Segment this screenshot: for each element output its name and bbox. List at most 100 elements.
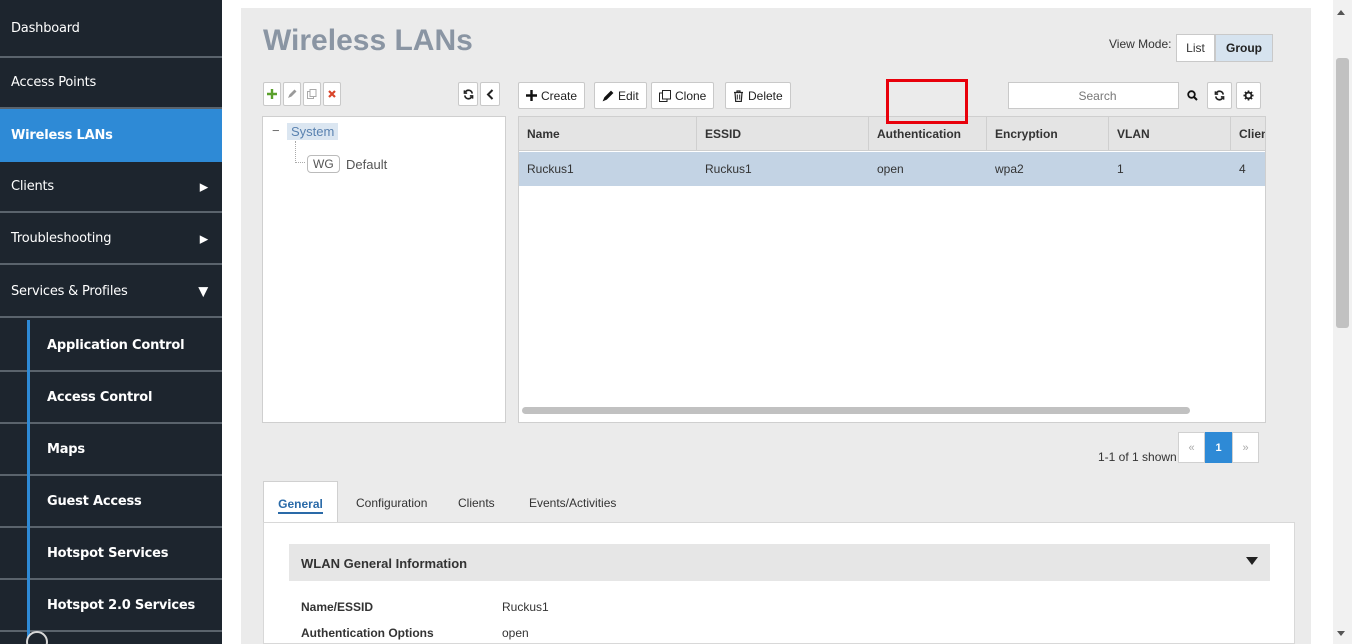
horizontal-scrollbar[interactable]: [522, 407, 1190, 414]
wlan-group-badge: WG: [307, 155, 340, 173]
view-mode-group-button[interactable]: Group: [1215, 34, 1273, 62]
tab-events-activities[interactable]: Events/Activities: [529, 496, 616, 510]
chevron-right-icon: ▶: [199, 232, 208, 245]
refresh-tree-button[interactable]: [458, 82, 478, 106]
edit-button-label: Edit: [618, 88, 639, 103]
sidebar-item-label: Troubleshooting: [11, 231, 112, 246]
scroll-up-arrow-icon[interactable]: [1337, 10, 1345, 15]
sidebar-item-access-points[interactable]: Access Points: [0, 58, 222, 109]
clone-group-button[interactable]: [303, 82, 321, 106]
tree-node-default[interactable]: Default: [346, 157, 387, 172]
column-header-vlan[interactable]: VLAN: [1109, 117, 1231, 151]
sidebar-item-hotspot-2-services[interactable]: Hotspot 2.0 Services: [0, 580, 222, 632]
app-window: Dashboard Access Points Wireless LANs Cl…: [0, 0, 1352, 644]
section-header[interactable]: WLAN General Information: [289, 544, 1270, 581]
chevron-down-icon: ▼: [198, 284, 208, 299]
refresh-icon: [463, 89, 473, 99]
sidebar-item-label: Application Control: [47, 337, 185, 353]
section-title: WLAN General Information: [301, 556, 468, 571]
sidebar-item-label: Access Points: [11, 75, 97, 90]
edit-group-button[interactable]: [283, 82, 301, 106]
edit-button[interactable]: Edit: [594, 82, 647, 109]
sidebar-item-label: Hotspot Services: [47, 545, 169, 561]
caret-down-icon[interactable]: [1246, 557, 1258, 565]
refresh-icon: [1214, 90, 1225, 101]
view-mode-list-button[interactable]: List: [1176, 34, 1215, 62]
pencil-icon: [288, 89, 297, 98]
cell-encryption: wpa2: [995, 162, 1024, 176]
cell-vlan: 1: [1117, 162, 1124, 176]
delete-button[interactable]: Delete: [725, 82, 791, 109]
tab-general-label: General: [278, 497, 323, 514]
sidebar-item-dashboard[interactable]: Dashboard: [0, 0, 222, 58]
column-header-encryption[interactable]: Encryption: [987, 117, 1109, 151]
sidebar-item-label: Guest Access: [47, 493, 142, 509]
view-mode-label: View Mode:: [1109, 37, 1172, 51]
clone-button-label: Clone: [675, 88, 707, 103]
sidebar-item-wireless-lans[interactable]: Wireless LANs: [0, 109, 222, 162]
sidebar-item-clients[interactable]: Clients ▶: [0, 162, 222, 213]
sidebar-item-label: Hotspot 2.0 Services: [47, 597, 196, 613]
pager-page-1[interactable]: 1: [1205, 432, 1232, 463]
tab-clients[interactable]: Clients: [458, 496, 495, 510]
tab-configuration[interactable]: Configuration: [356, 496, 427, 510]
pager-prev-button[interactable]: «: [1178, 432, 1205, 463]
pager-next-button[interactable]: »: [1232, 432, 1259, 463]
chevron-right-icon: ▶: [199, 180, 208, 193]
clone-highlight-box: [886, 79, 968, 124]
delete-group-button[interactable]: [323, 82, 341, 106]
tab-general[interactable]: General: [263, 481, 338, 523]
plus-icon: [526, 90, 537, 101]
field-label-authentication-options: Authentication Options: [301, 626, 434, 640]
details-panel: WLAN General Information Name/ESSID Ruck…: [263, 522, 1295, 644]
create-button[interactable]: Create: [518, 82, 586, 109]
sidebar-item-label: Dashboard: [11, 20, 80, 36]
close-icon: [328, 90, 336, 98]
copy-icon: [307, 89, 317, 99]
sidebar-item-services-profiles[interactable]: Services & Profiles ▼: [0, 267, 222, 318]
sidebar-item-label: Wireless LANs: [11, 128, 113, 143]
field-value-name-essid: Ruckus1: [502, 600, 549, 614]
copy-icon: [659, 89, 671, 102]
sidebar-item-label: Access Control: [47, 389, 153, 405]
column-header-clients[interactable]: Clien: [1231, 117, 1265, 151]
collapse-tree-button[interactable]: [480, 82, 500, 106]
add-group-button[interactable]: [263, 82, 281, 106]
gear-icon: [1243, 90, 1254, 101]
sidebar-item-label: Services & Profiles: [11, 284, 128, 299]
delete-button-label: Delete: [748, 88, 783, 103]
search-input[interactable]: [1008, 82, 1179, 109]
collapse-node-icon[interactable]: −: [272, 123, 280, 138]
refresh-grid-button[interactable]: [1207, 82, 1232, 109]
pager-summary: 1-1 of 1 shown: [1098, 450, 1177, 464]
settings-button[interactable]: [1236, 82, 1261, 109]
plus-icon: [267, 89, 277, 99]
clone-button[interactable]: Clone: [651, 82, 715, 109]
table-row[interactable]: Ruckus1 Ruckus1 open wpa2 1 4: [519, 152, 1265, 186]
sidebar: Dashboard Access Points Wireless LANs Cl…: [0, 0, 222, 644]
sidebar-item-guest-access[interactable]: Guest Access: [0, 476, 222, 528]
sidebar-item-application-control[interactable]: Application Control: [0, 320, 222, 372]
field-value-authentication-options: open: [502, 626, 529, 640]
search-icon: [1186, 90, 1198, 101]
create-button-label: Create: [541, 88, 578, 103]
column-header-essid[interactable]: ESSID: [697, 117, 869, 151]
sidebar-item-maps[interactable]: Maps: [0, 424, 222, 476]
help-bubble-icon[interactable]: [26, 631, 48, 644]
sidebar-item-troubleshooting[interactable]: Troubleshooting ▶: [0, 214, 222, 265]
tree-connector: [295, 141, 305, 163]
vertical-scrollbar-thumb[interactable]: [1336, 58, 1349, 328]
sidebar-item-label: Clients: [11, 179, 55, 194]
field-label-name-essid: Name/ESSID: [301, 600, 374, 614]
scroll-down-arrow-icon[interactable]: [1337, 631, 1345, 636]
sidebar-item-access-control[interactable]: Access Control: [0, 372, 222, 424]
cell-clients: 4: [1239, 162, 1246, 176]
group-tree: − System WG Default: [262, 116, 506, 423]
sidebar-item-hotspot-services[interactable]: Hotspot Services: [0, 528, 222, 580]
tree-node-system[interactable]: System: [287, 123, 339, 140]
submenu-indicator-line: [27, 320, 30, 644]
search-button[interactable]: [1181, 82, 1203, 109]
column-header-name[interactable]: Name: [519, 117, 697, 151]
sidebar-item-label: Maps: [47, 441, 85, 457]
chevron-left-icon: [486, 88, 494, 100]
